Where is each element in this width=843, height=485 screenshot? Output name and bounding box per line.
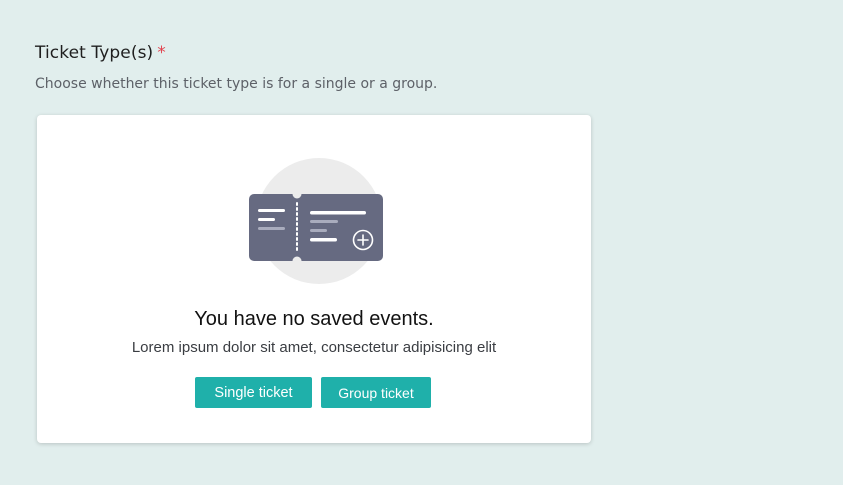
field-title-text: Ticket Type(s) bbox=[35, 43, 154, 63]
ticket-add-icon bbox=[244, 156, 394, 286]
button-row: Single ticket Group ticket bbox=[195, 377, 431, 408]
group-ticket-button[interactable]: Group ticket bbox=[321, 377, 431, 408]
empty-state-title: You have no saved events. bbox=[194, 308, 434, 330]
field-subtitle: Choose whether this ticket type is for a… bbox=[35, 76, 438, 92]
empty-state-description: Lorem ipsum dolor sit amet, consectetur … bbox=[131, 339, 497, 356]
empty-state-card: You have no saved events. Lorem ipsum do… bbox=[37, 115, 591, 443]
single-ticket-button[interactable]: Single ticket bbox=[195, 377, 312, 408]
required-marker: * bbox=[157, 43, 166, 63]
field-title: Ticket Type(s) * bbox=[35, 42, 166, 64]
ticket-type-header: Ticket Type(s) * bbox=[35, 42, 166, 64]
